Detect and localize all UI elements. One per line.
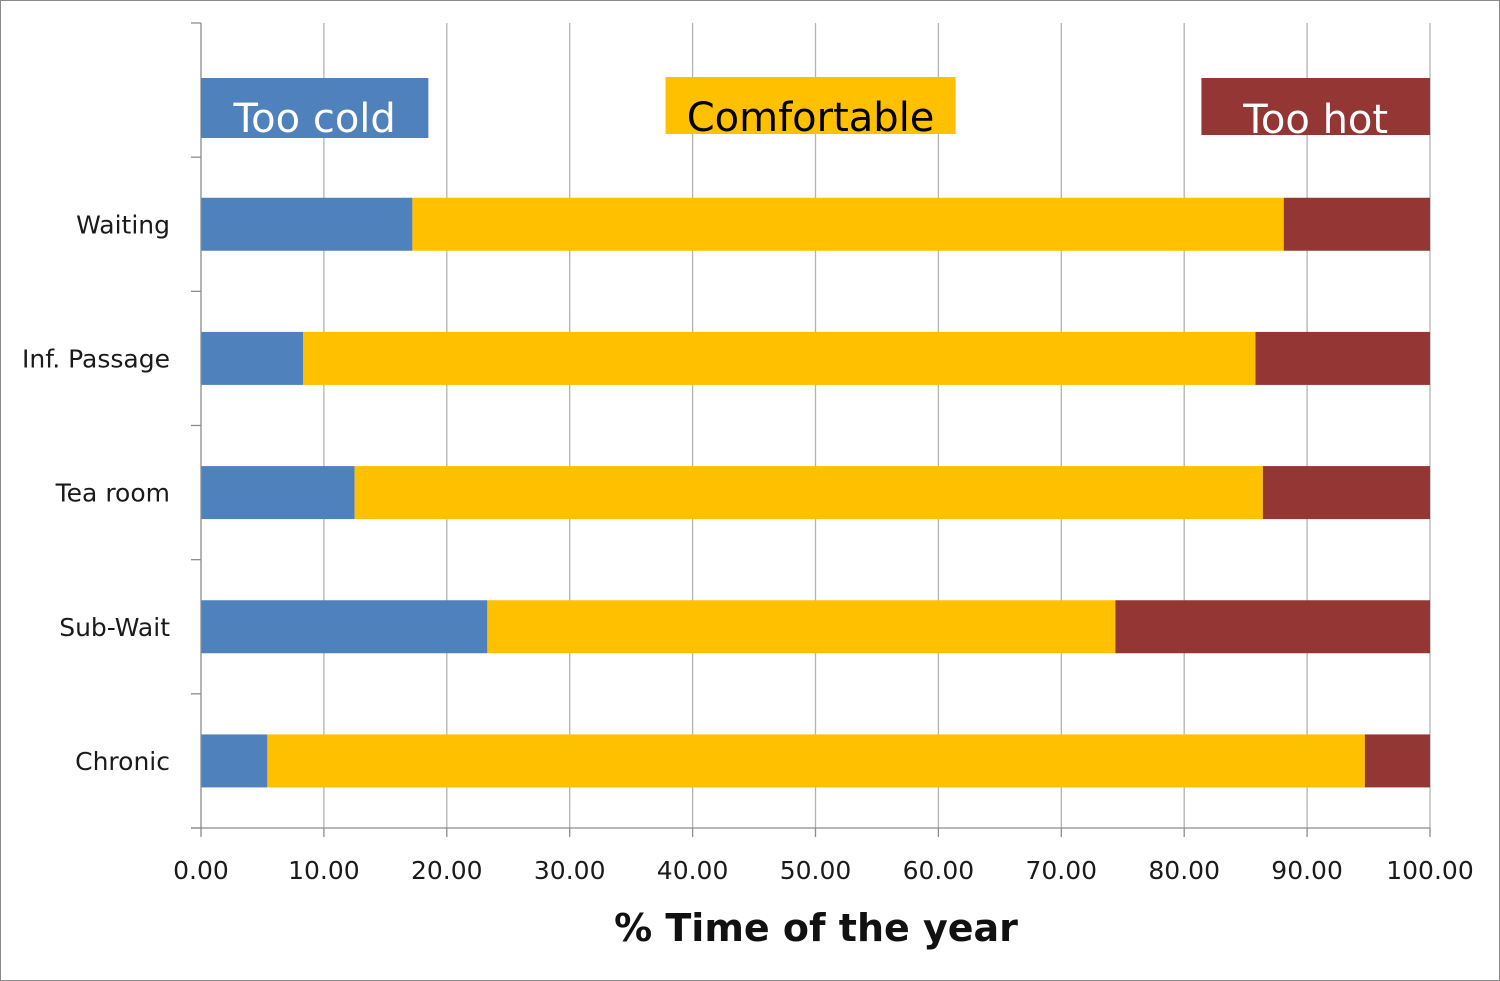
bar-comfortable <box>267 734 1365 788</box>
bar-comfortable <box>354 466 1263 520</box>
category-label: Tea room <box>55 479 170 508</box>
category-label: Chronic <box>75 747 170 776</box>
x-tick-label: 100.00 <box>1386 856 1473 885</box>
category-label: Waiting <box>76 210 170 239</box>
bar-too-hot <box>1255 331 1430 385</box>
legend-label-too-hot: Too hot <box>1242 97 1388 143</box>
x-tick-label: 30.00 <box>534 856 606 885</box>
category-label: Sub-Wait <box>59 613 170 642</box>
gridlines <box>323 23 1431 828</box>
x-axis-title: % Time of the year <box>614 906 1018 950</box>
x-tick-label: 20.00 <box>411 856 483 885</box>
category-label: Inf. Passage <box>22 344 170 373</box>
bar-too-hot <box>1115 600 1430 654</box>
bar-too-cold <box>201 197 413 251</box>
bar-too-cold <box>201 734 268 788</box>
x-tick-label: 40.00 <box>657 856 729 885</box>
bar-too-cold <box>201 331 304 385</box>
x-tick-label: 0.00 <box>173 856 229 885</box>
x-tick-label: 60.00 <box>903 856 975 885</box>
x-tick-label: 70.00 <box>1026 856 1098 885</box>
bar-too-cold <box>201 466 355 520</box>
bar-too-cold <box>201 600 488 654</box>
x-tick-label: 10.00 <box>288 856 360 885</box>
x-tick-label: 80.00 <box>1148 856 1220 885</box>
bar-comfortable <box>487 600 1116 654</box>
bar-too-hot <box>1283 197 1430 251</box>
bar-comfortable <box>303 331 1256 385</box>
bar-too-hot <box>1364 734 1430 788</box>
legend-label-too-cold: Too cold <box>233 96 396 142</box>
x-tick-label: 50.00 <box>780 856 852 885</box>
legend-label-comfortable: Comfortable <box>687 95 935 141</box>
legend: Too cold Comfortable Too hot <box>201 77 1430 143</box>
bar-too-hot <box>1262 466 1430 520</box>
stacked-bar-chart: 0.00 10.00 20.00 30.00 40.00 50.00 60.00 70.00 8… <box>22 22 1474 950</box>
x-tick-label: 90.00 <box>1271 856 1343 885</box>
bar-comfortable <box>412 197 1284 251</box>
